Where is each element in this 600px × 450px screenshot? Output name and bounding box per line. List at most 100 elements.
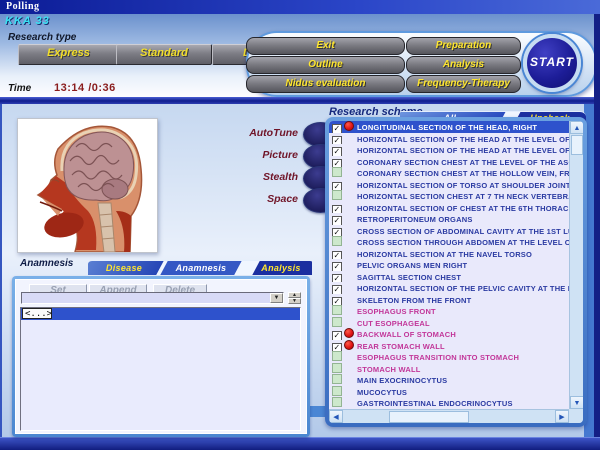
row-checkbox[interactable] (332, 351, 342, 361)
row-checkbox[interactable] (332, 386, 342, 396)
row-checkbox[interactable] (332, 397, 342, 407)
row-checkbox[interactable] (332, 167, 342, 177)
row-marker-dot-icon (344, 121, 354, 131)
scheme-row[interactable]: ✓REAR STOMACH WALL (329, 340, 569, 352)
row-checkbox[interactable]: ✓ (332, 216, 342, 225)
scheme-vertical-scrollbar[interactable] (569, 121, 583, 409)
exit-button[interactable]: Exit (246, 37, 405, 55)
row-checkbox[interactable]: ✓ (332, 251, 342, 260)
row-label: STOMACH WALL (357, 365, 421, 374)
scroll-right-icon[interactable] (555, 410, 569, 423)
row-checkbox[interactable]: ✓ (332, 124, 342, 133)
frequency-therapy-button[interactable]: Frequency-Therapy (406, 75, 521, 93)
row-checkbox[interactable] (332, 374, 342, 384)
chevron-down-icon[interactable]: ▼ (270, 293, 283, 303)
row-marker-dot-icon (344, 340, 354, 350)
scroll-up-icon[interactable] (570, 121, 583, 134)
scheme-row[interactable]: ✓SAGITTAL SECTION CHEST (329, 271, 569, 283)
anamnesis-inner: Set Append Delete ▼ ▲ ▼ <...> (15, 279, 307, 434)
express-button[interactable]: Express (18, 44, 119, 65)
anamnesis-tabs: Disease Anamnesis Analysis (88, 260, 312, 275)
row-checkbox[interactable]: ✓ (332, 147, 342, 156)
tab-anamnesis[interactable]: Anamnesis (164, 261, 238, 275)
row-label: MAIN EXOCRINOCYTUS (357, 376, 447, 385)
anamnesis-title: Anamnesis (20, 258, 73, 269)
row-checkbox[interactable]: ✓ (332, 205, 342, 214)
scheme-row[interactable]: ESOPHAGUS TRANSITION INTO STOMACH (329, 351, 569, 363)
scheme-row[interactable]: CORONARY SECTION CHEST AT THE HOLLOW VEI… (329, 167, 569, 179)
scheme-row[interactable]: ✓HORIZONTAL SECTION OF TORSO AT SHOULDER… (329, 179, 569, 191)
row-label: CUT ESOPHAGEAL (357, 319, 430, 328)
scheme-row[interactable]: CROSS SECTION THROUGH ABDOMEN AT THE LEV… (329, 236, 569, 248)
title-bar[interactable]: Polling (0, 0, 600, 15)
row-label: ESOPHAGUS FRONT (357, 307, 436, 316)
row-checkbox[interactable] (332, 305, 342, 315)
anamnesis-list[interactable]: <...> (20, 307, 301, 431)
row-checkbox[interactable]: ✓ (332, 182, 342, 191)
scheme-row[interactable]: STOMACH WALL (329, 363, 569, 375)
anamnesis-panel: Set Append Delete ▼ ▲ ▼ <...> (12, 276, 310, 437)
research-type-label: Research type (8, 32, 76, 43)
window-left-edge (0, 104, 2, 437)
row-checkbox[interactable]: ✓ (332, 262, 342, 271)
standard-button[interactable]: Standard (116, 44, 212, 65)
row-checkbox[interactable]: ✓ (332, 228, 342, 237)
scheme-row[interactable]: ✓HORIZONTAL SECTION AT THE NAVEL TORSO (329, 248, 569, 260)
scheme-row[interactable]: ✓BACKWALL OF STOMACH (329, 328, 569, 340)
row-checkbox[interactable]: ✓ (332, 159, 342, 168)
row-label: LONGITUDINAL SECTION OF THE HEAD, RIGHT (357, 123, 537, 132)
scheme-row[interactable]: ✓ LONGITUDINAL SECTION OF THE HEAD, RIGHT (329, 121, 569, 133)
row-checkbox[interactable]: ✓ (332, 297, 342, 306)
row-label: HORIZONTAL SECTION OF THE HEAD AT THE LE… (357, 146, 569, 155)
scheme-row[interactable]: ✓ HORIZONTAL SECTION OF THE HEAD AT THE L… (329, 144, 569, 156)
preparation-button[interactable]: Preparation (406, 37, 521, 55)
scheme-row[interactable]: ✓CROSS SECTION OF ABDOMINAL CAVITY AT TH… (329, 225, 569, 237)
stealth-label: Stealth (226, 171, 298, 183)
scheme-row[interactable]: ✓RETROPERITONEUM ORGANS (329, 213, 569, 225)
anamnesis-selected-row[interactable]: <...> (21, 308, 300, 320)
nidus-evaluation-button[interactable]: Nidus evaluation (246, 75, 405, 93)
anamnesis-spinner[interactable]: ▲ ▼ (288, 292, 301, 304)
anamnesis-combobox[interactable]: ▼ (21, 292, 284, 304)
row-checkbox[interactable] (332, 363, 342, 373)
scroll-left-icon[interactable] (329, 410, 343, 423)
analysis-button[interactable]: Analysis (406, 56, 521, 74)
scheme-row[interactable]: MAIN EXOCRINOCYTUS (329, 374, 569, 386)
outline-button[interactable]: Outline (246, 56, 405, 74)
row-checkbox[interactable]: ✓ (332, 331, 342, 340)
row-label: HORIZONTAL SECTION CHEST AT 7 TH NECK VE… (357, 192, 569, 201)
scheme-row[interactable]: MUCOCYTUS (329, 386, 569, 398)
scheme-horizontal-scrollbar[interactable] (329, 409, 569, 423)
scheme-row[interactable]: CUT ESOPHAGEAL (329, 317, 569, 329)
row-checkbox[interactable] (332, 236, 342, 246)
spinner-down-icon[interactable]: ▼ (288, 298, 301, 304)
scheme-row[interactable]: ✓SKELETON FROM THE FRONT (329, 294, 569, 306)
row-checkbox[interactable]: ✓ (332, 136, 342, 145)
anatomy-image-box (17, 118, 158, 253)
scheme-row[interactable]: ✓CORONARY SECTION CHEST AT THE LEVEL OF … (329, 156, 569, 168)
picture-label: Picture (226, 149, 298, 161)
scheme-row[interactable]: ESOPHAGUS FRONT (329, 305, 569, 317)
tab-analysis[interactable]: Analysis (250, 261, 312, 275)
vertical-scroll-thumb[interactable] (571, 135, 583, 155)
research-scheme-inner: ✓ LONGITUDINAL SECTION OF THE HEAD, RIGHT… (329, 121, 583, 423)
row-checkbox[interactable]: ✓ (332, 285, 342, 294)
header-divider (0, 97, 600, 104)
autotune-label: AutoTune (226, 127, 298, 139)
scheme-row[interactable]: ✓HORIZONTAL SECTION OF CHEST AT THE 6TH … (329, 202, 569, 214)
scheme-row[interactable]: ✓PELVIC ORGANS MEN RIGHT (329, 259, 569, 271)
start-button[interactable]: START (523, 34, 581, 92)
row-label: GASTROINTESTINAL ENDOCRINOCYTUS (357, 399, 513, 408)
tab-disease[interactable]: Disease (88, 261, 160, 275)
scheme-row[interactable]: HORIZONTAL SECTION CHEST AT 7 TH NECK VE… (329, 190, 569, 202)
horizontal-scroll-thumb[interactable] (389, 411, 469, 423)
row-checkbox[interactable] (332, 190, 342, 200)
row-checkbox[interactable]: ✓ (332, 274, 342, 283)
scheme-row[interactable]: GASTROINTESTINAL ENDOCRINOCYTUS (329, 397, 569, 409)
row-checkbox[interactable] (332, 317, 342, 327)
scheme-row[interactable]: ✓HORIZONTAL SECTION OF THE HEAD AT THE L… (329, 133, 569, 145)
scroll-down-icon[interactable] (570, 396, 583, 409)
row-checkbox[interactable]: ✓ (332, 343, 342, 352)
anamnesis-first-item[interactable]: <...> (22, 308, 52, 319)
scheme-row[interactable]: ✓HORIZONTAL SECTION OF THE PELVIC CAVITY… (329, 282, 569, 294)
